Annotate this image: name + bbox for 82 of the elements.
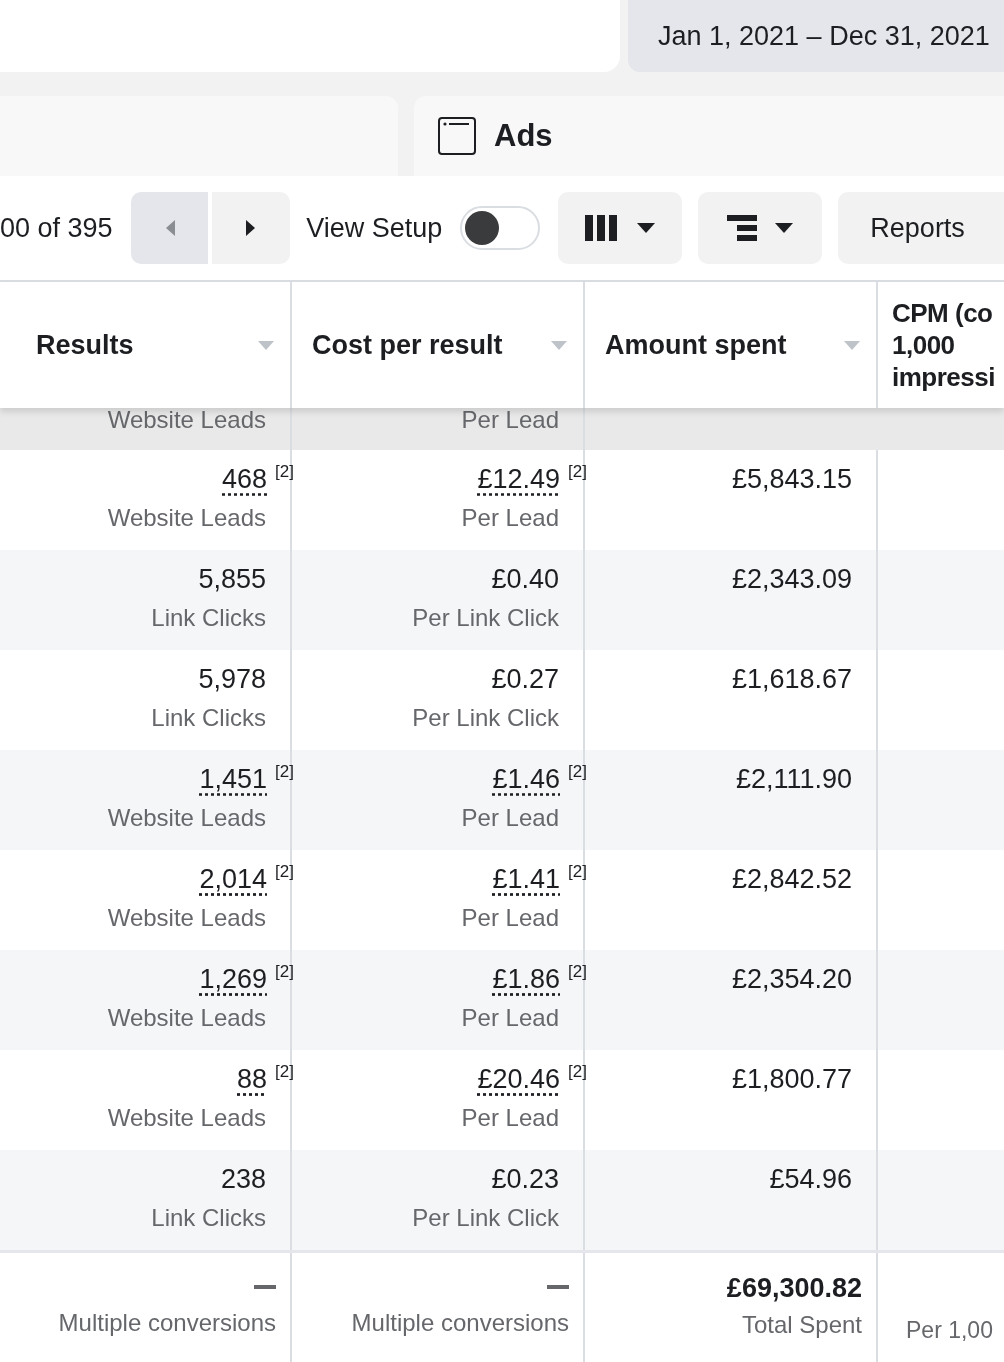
footnote-mark: [2] <box>275 1062 294 1082</box>
ads-tab[interactable]: Ads <box>414 96 1004 176</box>
result-type: Link Clicks <box>151 704 266 732</box>
result-type: Website Leads <box>107 406 266 434</box>
result-value: 5,855 <box>198 563 266 596</box>
footnote-mark: [2] <box>275 962 294 982</box>
footnote-mark: [2] <box>568 762 587 782</box>
result-value: 1,269 <box>199 963 268 996</box>
cost-type: Per Lead <box>461 904 559 932</box>
cost-type: Per Lead <box>461 1004 559 1032</box>
result-value: 238 <box>220 1163 266 1196</box>
date-range-button[interactable]: Jan 1, 2021 – Dec 31, 2021 <box>628 0 1004 72</box>
result-value: 1,451 <box>199 763 268 796</box>
cost-value: £1.86 <box>492 963 561 996</box>
result-type: Website Leads <box>107 1004 266 1032</box>
tab-label: Ads <box>494 118 553 154</box>
view-setup-toggle[interactable] <box>460 206 540 250</box>
cost-type: Per Lead <box>461 804 559 832</box>
cost-type: Per Link Click <box>412 604 559 632</box>
result-type: Website Leads <box>107 1104 266 1132</box>
window-icon <box>438 117 476 155</box>
cost-value: £20.46 <box>477 1063 561 1096</box>
footnote-mark: [2] <box>275 462 294 482</box>
footnote-mark: [2] <box>568 862 587 882</box>
total-label: Multiple conversions <box>58 1309 276 1337</box>
total-label: Per 1,00 <box>906 1317 993 1344</box>
footnote-mark: [2] <box>568 962 587 982</box>
column-title: CPM (co 1,000 impressi <box>892 297 995 393</box>
cost-value: £1.46 <box>492 763 561 796</box>
result-value: 468 <box>222 463 268 496</box>
column-title: Results <box>36 329 134 361</box>
caret-icon <box>637 223 655 233</box>
result-type: Link Clicks <box>151 604 266 632</box>
total-label: Multiple conversions <box>351 1309 569 1337</box>
view-setup-label: View Setup <box>306 212 443 244</box>
breakdown-button[interactable] <box>698 192 823 264</box>
result-type: Link Clicks <box>151 1204 266 1232</box>
result-value: 5,978 <box>198 663 266 696</box>
footnote-mark: [2] <box>568 462 587 482</box>
page-count: 00 of 395 <box>0 212 113 244</box>
amount-spent: £54.96 <box>769 1163 852 1196</box>
amount-spent: £2,842.52 <box>731 863 852 896</box>
result-value: 2,014 <box>199 863 268 896</box>
amount-spent: £2,111.90 <box>735 763 852 796</box>
dash-icon <box>547 1285 569 1289</box>
cost-type: Per Lead <box>461 1104 559 1132</box>
result-value: 88 <box>237 1063 268 1096</box>
column-title: Amount spent <box>605 329 787 361</box>
cost-type: Per Lead <box>461 406 559 434</box>
dash-icon <box>254 1285 276 1289</box>
sort-caret-icon[interactable] <box>258 340 274 350</box>
next-button[interactable] <box>212 192 291 264</box>
reports-button[interactable]: Reports <box>838 192 1004 264</box>
cost-type: Per Lead <box>461 504 559 532</box>
columns-button[interactable] <box>557 192 683 264</box>
amount-spent: £1,618.67 <box>731 663 852 696</box>
result-type: Website Leads <box>107 904 266 932</box>
result-type: Website Leads <box>107 804 266 832</box>
cost-value: £0.23 <box>491 1163 559 1196</box>
caret-icon <box>775 223 794 233</box>
amount-spent: £5,843.15 <box>731 463 852 496</box>
footnote-mark: [2] <box>275 762 294 782</box>
footnote-mark: [2] <box>568 1062 587 1082</box>
total-label: Total Spent <box>741 1311 862 1339</box>
cost-type: Per Link Click <box>412 704 559 732</box>
column-header[interactable]: CPM (co 1,000 impressi <box>878 282 1004 408</box>
cost-value: £0.27 <box>491 663 559 696</box>
amount-spent: £2,354.20 <box>731 963 852 996</box>
sort-caret-icon[interactable] <box>551 340 567 350</box>
sort-caret-icon[interactable] <box>844 340 860 350</box>
cost-value: £1.41 <box>492 863 561 896</box>
breakdown-icon <box>727 215 758 241</box>
columns-icon <box>585 215 619 241</box>
amount-spent: £2,343.09 <box>731 563 852 596</box>
column-title: Cost per result <box>312 329 503 361</box>
cost-value: £0.40 <box>491 563 559 596</box>
cost-type: Per Link Click <box>412 1204 559 1232</box>
cost-value: £12.49 <box>477 463 561 496</box>
result-type: Website Leads <box>107 504 266 532</box>
total-amount: £69,300.82 <box>726 1272 862 1305</box>
footnote-mark: [2] <box>275 862 294 882</box>
amount-spent: £1,800.77 <box>731 1063 852 1096</box>
